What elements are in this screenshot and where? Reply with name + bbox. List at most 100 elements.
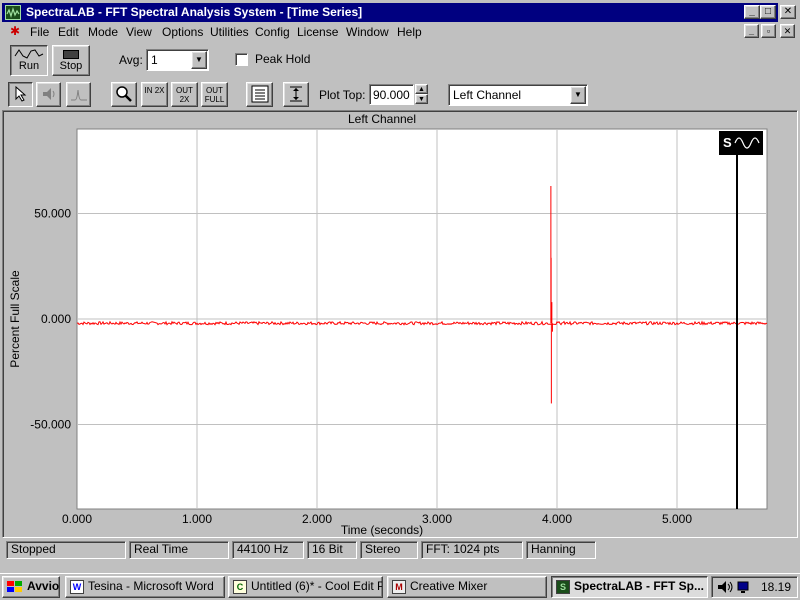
zoom-out-2x-button[interactable]: OUT 2X	[171, 82, 198, 107]
network-icon[interactable]	[736, 579, 750, 595]
zoom-full-icon: OUT FULL	[204, 86, 225, 104]
zoom-button[interactable]	[111, 82, 137, 107]
task-creative-mixer[interactable]: M Creative Mixer	[387, 576, 547, 598]
spin-up-icon[interactable]: ▲	[415, 84, 428, 94]
menu-file[interactable]: File	[30, 25, 49, 39]
mixer-icon: M	[392, 580, 406, 594]
y-tick-label: 0.000	[41, 312, 71, 326]
close-button[interactable]: ✕	[780, 5, 796, 19]
status-sample-rate: 44100 Hz	[232, 541, 304, 559]
x-tick-label: 2.000	[302, 512, 332, 526]
arrow-pointer-icon	[15, 85, 26, 102]
chart-title: Left Channel	[348, 112, 416, 126]
avg-select[interactable]: 1 ▼	[146, 49, 209, 71]
menu-help[interactable]: Help	[397, 25, 422, 39]
menu-options[interactable]: Options	[162, 25, 203, 39]
plot-top-label: Plot Top:	[319, 88, 366, 102]
speaker-icon	[42, 88, 54, 100]
y-axis-label: Percent Full Scale	[8, 270, 22, 368]
minimize-button[interactable]: _	[744, 5, 760, 19]
settings-list-button[interactable]	[246, 82, 273, 107]
menu-view[interactable]: View	[126, 25, 152, 39]
task-creative-mixer-label: Creative Mixer	[410, 579, 488, 593]
spectral-mode-badge[interactable]: S	[719, 131, 763, 155]
windows-logo-icon	[7, 581, 22, 592]
badge-letter: S	[723, 135, 732, 150]
task-word[interactable]: W Tesina - Microsoft Word	[65, 576, 225, 598]
spectralab-app-icon[interactable]	[5, 5, 21, 20]
speaker-tool-button[interactable]	[36, 82, 61, 107]
x-tick-label: 4.000	[542, 512, 572, 526]
plot-top-input[interactable]: 90.000	[369, 84, 414, 105]
doc-minimize-button[interactable]: _	[744, 24, 759, 38]
volume-icon[interactable]	[716, 579, 736, 595]
menu-edit[interactable]: Edit	[58, 25, 79, 39]
avg-value: 1	[151, 53, 158, 67]
menu-window[interactable]: Window	[346, 25, 389, 39]
spectralab-icon: S	[556, 580, 570, 594]
menu-bar: ✱ File Edit Mode View Options Utilities …	[2, 23, 798, 41]
task-spectralab-label: SpectraLAB - FFT Sp...	[574, 579, 705, 593]
plot-top-spinner[interactable]: ▲ ▼	[415, 84, 428, 105]
avg-label: Avg:	[119, 53, 143, 67]
word-icon: W	[70, 580, 84, 594]
peak-shape-icon	[70, 89, 87, 101]
peak-hold-label: Peak Hold	[255, 52, 311, 66]
chevron-down-icon[interactable]: ▼	[191, 51, 207, 69]
status-channels: Stereo	[360, 541, 418, 559]
menu-utilities[interactable]: Utilities	[210, 25, 249, 39]
channel-select[interactable]: Left Channel ▼	[448, 84, 588, 106]
x-axis-label: Time (seconds)	[341, 523, 423, 537]
doc-restore-button[interactable]: ▫	[761, 24, 776, 38]
status-fft: FFT: 1024 pts	[421, 541, 523, 559]
taskbar: Avvio W Tesina - Microsoft Word C Untitl…	[0, 573, 800, 600]
stop-button[interactable]: Stop	[52, 45, 90, 76]
pointer-tool-button[interactable]	[8, 82, 33, 107]
document-menu-icon[interactable]: ✱	[8, 25, 22, 38]
vertical-scale-icon	[290, 86, 302, 102]
menu-mode[interactable]: Mode	[88, 25, 118, 39]
start-label: Avvio	[27, 579, 60, 593]
x-tick-label: 5.000	[662, 512, 692, 526]
y-tick-label: 50.000	[34, 206, 71, 220]
clock: 18.19	[760, 580, 791, 594]
menu-config[interactable]: Config	[255, 25, 290, 39]
menu-license[interactable]: License	[297, 25, 338, 39]
task-word-label: Tesina - Microsoft Word	[88, 579, 214, 593]
status-bits: 16 Bit	[307, 541, 357, 559]
plot-top-value: 90.000	[373, 88, 410, 102]
peak-hold-checkbox[interactable]	[235, 53, 248, 66]
scale-button[interactable]	[283, 82, 309, 107]
status-mode: Real Time	[129, 541, 229, 559]
peak-tool-button[interactable]	[66, 82, 91, 107]
channel-value: Left Channel	[453, 88, 522, 102]
time-series-chart[interactable]: 0.000 1.000 2.000 3.000 4.000 5.000 50.000 0.00…	[3, 111, 797, 537]
zoom-full-button[interactable]: OUT FULL	[201, 82, 228, 107]
task-spectralab[interactable]: S SpectraLAB - FFT Sp...	[551, 576, 708, 598]
maximize-button[interactable]: □	[760, 5, 776, 19]
x-tick-label: 3.000	[422, 512, 452, 526]
title-bar: SpectraLAB - FFT Spectral Analysis Syste…	[2, 3, 778, 22]
run-button[interactable]: Run	[10, 45, 48, 76]
x-tick-label: 1.000	[182, 512, 212, 526]
status-window: Hanning	[526, 541, 596, 559]
status-bar: Stopped Real Time 44100 Hz 16 Bit Stereo…	[2, 539, 798, 561]
run-label: Run	[18, 60, 40, 72]
chart-panel: 0.000 1.000 2.000 3.000 4.000 5.000 50.000 0.00…	[2, 110, 798, 538]
zoom-in-2x-icon: IN 2X	[144, 86, 165, 95]
sine-wave-icon	[14, 49, 44, 59]
status-state: Stopped	[6, 541, 126, 559]
task-cool-edit[interactable]: C Untitled (6)* - Cool Edit Pro	[228, 576, 383, 598]
zoom-out-2x-icon: OUT 2X	[176, 86, 193, 104]
doc-close-button[interactable]: ✕	[780, 24, 795, 38]
start-button[interactable]: Avvio	[2, 576, 60, 598]
spin-down-icon[interactable]: ▼	[415, 94, 428, 104]
system-tray: 18.19	[711, 576, 798, 598]
zoom-in-2x-button[interactable]: IN 2X	[141, 82, 168, 107]
magnifier-icon	[116, 86, 132, 102]
x-tick-label: 0.000	[62, 512, 92, 526]
window-title: SpectraLAB - FFT Spectral Analysis Syste…	[26, 5, 363, 19]
y-tick-label: -50.000	[30, 418, 71, 432]
chevron-down-icon[interactable]: ▼	[570, 86, 586, 104]
stop-icon	[63, 50, 79, 59]
